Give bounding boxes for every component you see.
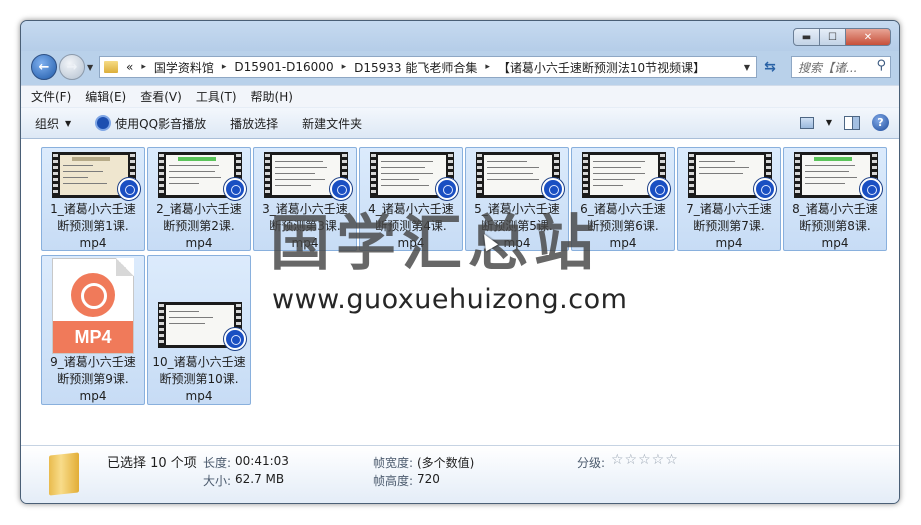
menu-bar: 文件(F) 编辑(E) 查看(V) 工具(T) 帮助(H): [21, 85, 899, 107]
caption-buttons: ▬ ☐ ✕: [793, 28, 891, 46]
qq-player-icon: [224, 328, 246, 350]
mp4-file-icon: MP4: [52, 258, 134, 354]
breadcrumb-item[interactable]: D15933 能飞老师合集: [354, 59, 477, 76]
file-tile[interactable]: 10_诸葛小六壬速 断预测第10课. mp4: [147, 255, 251, 405]
refresh-button[interactable]: ⇆: [759, 56, 781, 78]
play-selection-button[interactable]: 播放选择: [230, 115, 278, 132]
search-placeholder: 搜索【诸...: [798, 60, 858, 75]
help-icon[interactable]: ?: [872, 114, 889, 131]
breadcrumb-separator[interactable]: ▸: [342, 62, 347, 72]
file-tile[interactable]: MP4 9_诸葛小六壬速 断预测第9课. mp4: [41, 255, 145, 405]
file-tile[interactable]: 7_诸葛小六壬速 断预测第7课. mp4: [677, 147, 781, 251]
chevron-down-icon[interactable]: ▼: [826, 118, 832, 127]
frame-height-value: 720: [417, 472, 440, 486]
rating-label: 分级:: [577, 456, 606, 470]
length-value: 00:41:03: [235, 454, 289, 468]
minimize-button[interactable]: ▬: [793, 28, 820, 46]
play-selection-label: 播放选择: [230, 116, 279, 131]
search-input[interactable]: 搜索【诸... ⚲: [791, 56, 891, 78]
breadcrumb-separator[interactable]: ▸: [485, 62, 490, 72]
menu-help[interactable]: 帮助(H): [251, 88, 293, 105]
file-name: 1_诸葛小六壬速 断预测第1课. mp4: [50, 202, 136, 250]
maximize-button[interactable]: ☐: [819, 28, 846, 46]
play-with-qq-label: 使用QQ影音播放: [115, 116, 207, 131]
file-tile[interactable]: 2_诸葛小六壬速 断预测第2课. mp4: [147, 147, 251, 251]
menu-edit[interactable]: 编辑(E): [85, 88, 126, 105]
close-button[interactable]: ✕: [845, 28, 891, 46]
breadcrumb-separator[interactable]: ▸: [222, 62, 227, 72]
selection-count: 已选择 10 个项: [107, 456, 197, 471]
qq-player-icon: [118, 178, 140, 200]
file-name: 7_诸葛小六壬速 断预测第7课. mp4: [686, 202, 772, 250]
details-pane: 已选择 10 个项 长度: 00:41:03 大小: 62.7 MB 帧宽度: …: [21, 445, 899, 503]
menu-view[interactable]: 查看(V): [140, 88, 182, 105]
address-bar[interactable]: « ▸ 国学资料馆 ▸ D15901-D16000 ▸ D15933 能飞老师合…: [99, 56, 757, 78]
size-value: 62.7 MB: [235, 472, 285, 486]
change-view-icon[interactable]: [799, 116, 814, 129]
back-button[interactable]: ←: [31, 54, 57, 80]
forward-button[interactable]: →: [59, 54, 85, 80]
search-icon[interactable]: ⚲: [876, 58, 886, 73]
qq-player-icon: [860, 178, 882, 200]
file-name: 10_诸葛小六壬速 断预测第10课. mp4: [152, 355, 246, 403]
rating-stars[interactable]: ☆☆☆☆☆: [611, 452, 679, 468]
breadcrumb-overflow[interactable]: «: [126, 60, 133, 74]
frame-width-label: 帧宽度:: [373, 456, 414, 470]
breadcrumb-item-current[interactable]: 【诸葛小六壬速断预测法10节视频课】: [498, 59, 705, 76]
title-bar: ▬ ☐ ✕: [21, 21, 899, 51]
breadcrumb-item[interactable]: 国学资料馆: [154, 59, 214, 76]
watermark-text: 国学汇总站: [270, 209, 600, 279]
qq-player-icon: [95, 115, 112, 131]
qq-player-icon: [754, 178, 776, 200]
size-label: 大小:: [203, 474, 232, 488]
chevron-down-icon[interactable]: ▼: [744, 63, 750, 72]
frame-height-label: 帧高度:: [373, 474, 414, 488]
length-label: 长度:: [203, 456, 232, 470]
watermark-url: www.guoxuehuizong.com: [272, 284, 628, 315]
menu-tools[interactable]: 工具(T): [196, 88, 237, 105]
navigation-row: ← → ▼ « ▸ 国学资料馆 ▸ D15901-D16000 ▸ D15933…: [21, 51, 899, 81]
recent-pages-dropdown[interactable]: ▼: [87, 63, 93, 72]
play-with-qq-button[interactable]: 使用QQ影音播放: [95, 115, 206, 132]
folder-icon: [49, 452, 79, 496]
file-name: 2_诸葛小六壬速 断预测第2课. mp4: [156, 202, 242, 250]
file-tile[interactable]: 8_诸葛小六壬速 断预测第8课. mp4: [783, 147, 887, 251]
breadcrumb-separator[interactable]: ▸: [141, 62, 146, 72]
frame-width-value: (多个数值): [417, 456, 475, 470]
file-tile[interactable]: 1_诸葛小六壬速 断预测第1课. mp4: [41, 147, 145, 251]
menu-file[interactable]: 文件(F): [31, 88, 71, 105]
qq-player-icon: [648, 178, 670, 200]
new-folder-label: 新建文件夹: [302, 116, 363, 131]
file-name: 8_诸葛小六壬速 断预测第8课. mp4: [792, 202, 878, 250]
chevron-down-icon: ▼: [65, 118, 72, 128]
breadcrumb-item[interactable]: D15901-D16000: [234, 60, 333, 74]
folder-icon: [104, 61, 118, 73]
qq-player-icon: [224, 178, 246, 200]
preview-pane-icon[interactable]: [844, 115, 860, 130]
organize-label: 组织: [35, 116, 60, 131]
command-bar: 组织 ▼ 使用QQ影音播放 播放选择 新建文件夹 ▼ ?: [21, 107, 899, 139]
file-name: 9_诸葛小六壬速 断预测第9课. mp4: [50, 355, 136, 403]
toolbar-right: ▼ ?: [788, 114, 889, 131]
organize-button[interactable]: 组织 ▼: [35, 115, 71, 132]
new-folder-button[interactable]: 新建文件夹: [302, 115, 362, 132]
